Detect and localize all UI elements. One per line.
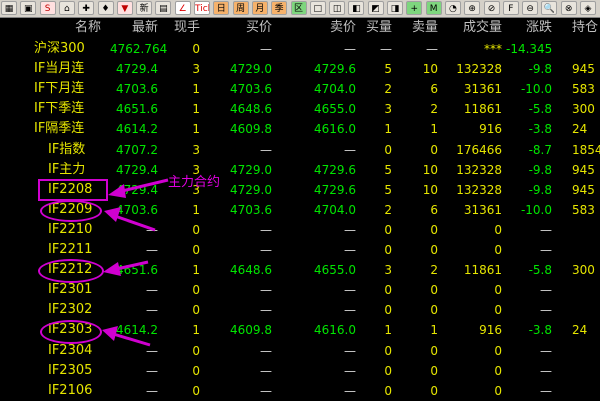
annotation-arrows [102,178,169,347]
arrow-head-if2303 [102,326,118,341]
arrow-head-if2208 [108,184,126,198]
arrow-line-if2209 [111,213,156,232]
arrow-line-if2303 [109,331,151,347]
arrow-line-if2208 [117,178,169,194]
arrow-head-if2212 [103,262,121,276]
arrow-head-if2209 [104,207,121,222]
